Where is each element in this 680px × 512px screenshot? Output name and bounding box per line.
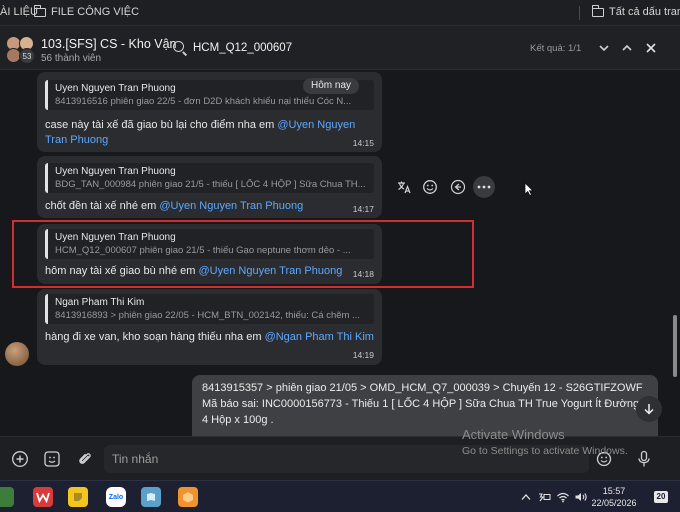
zalo-app-icon[interactable]: Zalo <box>106 487 126 507</box>
add-button[interactable] <box>8 447 32 471</box>
bookmark-label: FILE CÔNG VIỆC <box>51 6 140 18</box>
message-bubble[interactable]: Ngan Pham Thi Kim 8413916893 > phiên gia… <box>37 289 382 365</box>
notification-center-button[interactable]: 20 <box>650 490 670 504</box>
message-body: hàng đi xe van, kho soạn hàng thiếu nha … <box>45 331 265 343</box>
attach-button[interactable] <box>73 447 97 471</box>
search-input[interactable] <box>193 40 493 56</box>
message-body: chốt đền tài xế nhé em <box>45 200 160 212</box>
note-icon <box>74 493 82 501</box>
close-icon <box>646 43 656 53</box>
bookmark-file-cong-viec[interactable]: FILE CÔNG VIỆC <box>34 4 140 18</box>
search-result-count: Kết quả: 1/1 <box>530 43 582 54</box>
notification-count: 20 <box>654 491 668 503</box>
clock-date: 22/05/2026 <box>591 498 637 508</box>
message-line: 4 Hộp x 100g . <box>202 414 274 426</box>
activation-watermark-title: Activate Windows <box>462 427 565 442</box>
taskbar: Zalo 15:57 22/05/2026 20 <box>0 480 680 512</box>
message-time: 14:19 <box>352 350 374 360</box>
book-icon <box>147 493 155 501</box>
translate-icon <box>398 181 411 194</box>
sticker-button[interactable] <box>40 447 64 471</box>
bookmarks-bar: ÀI LIỆU FILE CÔNG VIỆC Tất cả dấu trang <box>0 0 680 26</box>
message-body: case này tài xế đã giao bù lại cho điểm … <box>45 119 278 131</box>
next-result-button[interactable] <box>594 38 614 58</box>
wps-logo-icon <box>36 492 50 503</box>
app-icon[interactable] <box>141 487 161 507</box>
activation-watermark-subtitle: Go to Settings to activate Windows. <box>462 445 628 457</box>
date-separator: Hôm nay <box>303 78 360 94</box>
reply-button[interactable] <box>447 176 469 198</box>
sticky-notes-icon[interactable] <box>68 487 88 507</box>
taskbar-app-icon[interactable] <box>0 487 14 507</box>
plus-circle-icon <box>12 451 28 467</box>
quote-text: BDG_TAN_000984 phiên giao 21/5 - thiếu [… <box>55 179 366 190</box>
avatar[interactable] <box>5 342 29 366</box>
bookmark-tai-lieu[interactable]: ÀI LIỆU <box>0 6 38 18</box>
more-members-count: 53 <box>19 48 35 64</box>
show-hidden-icons-button[interactable] <box>519 490 533 504</box>
all-bookmarks[interactable]: Tất cả dấu trang <box>592 4 680 18</box>
message-time: 14:17 <box>352 204 374 214</box>
highlight-box <box>12 220 474 288</box>
reply-quote[interactable]: Uyen Nguyen Tran Phuong BDG_TAN_000984 p… <box>45 163 374 193</box>
scroll-to-bottom-button[interactable] <box>636 396 662 422</box>
clock-time: 15:57 <box>602 486 626 496</box>
app-icon[interactable] <box>178 487 198 507</box>
scrollbar[interactable] <box>673 315 677 377</box>
reply-icon <box>450 179 466 195</box>
message-line: 8413915357 > phiên giao 21/05 > OMD_HCM_… <box>202 382 643 394</box>
reply-quote[interactable]: Ngan Pham Thi Kim 8413916893 > phiên gia… <box>45 294 374 324</box>
previous-result-button[interactable] <box>617 38 637 58</box>
battery-charging-icon <box>539 493 551 502</box>
chat-messages: Uyen Nguyen Tran Phuong 8413916516 phiên… <box>0 70 680 436</box>
chevron-up-icon <box>622 44 632 51</box>
mention-link[interactable]: @Uyen Nguyen Tran Phuong <box>159 200 303 212</box>
react-button[interactable] <box>419 176 441 198</box>
folder-icon <box>592 4 604 17</box>
quote-text: 8413916893 > phiên giao 22/05 - HCM_BTN_… <box>55 310 360 321</box>
quote-author: Uyen Nguyen Tran Phuong <box>55 166 176 177</box>
box-icon <box>183 492 193 503</box>
message-text: hàng đi xe van, kho soạn hàng thiếu nha … <box>45 330 375 345</box>
chat-header: 53 103.[SFS] CS - Kho Vận 56 thành viên … <box>0 26 680 70</box>
sticker-icon <box>44 451 60 467</box>
message-bubble[interactable]: Uyen Nguyen Tran Phuong BDG_TAN_000984 p… <box>37 156 382 218</box>
wps-office-icon[interactable] <box>33 487 53 507</box>
close-search-button[interactable] <box>641 38 661 58</box>
message-composer <box>0 436 680 480</box>
mention-link[interactable]: @Ngan Pham Thi Kim <box>265 331 374 343</box>
zalo-label: Zalo <box>108 493 124 501</box>
system-clock[interactable]: 15:57 22/05/2026 <box>585 485 643 509</box>
mouse-cursor-icon <box>524 182 534 196</box>
chevron-down-icon <box>599 45 609 52</box>
more-options-button[interactable] <box>473 176 495 198</box>
message-time: 14:15 <box>352 138 374 148</box>
member-count[interactable]: 56 thành viên <box>41 53 101 64</box>
paperclip-icon <box>79 453 91 464</box>
quote-text: 8413916516 phiên giao 22/5 - đơn D2D khá… <box>55 96 352 107</box>
message-text: case này tài xế đã giao bù lại cho điểm … <box>45 118 375 148</box>
more-icon <box>477 185 491 189</box>
bookmark-label: Tất cả dấu trang <box>609 6 680 18</box>
quote-author: Ngan Pham Thi Kim <box>55 297 145 308</box>
message-text: chốt đền tài xế nhé em @Uyen Nguyen Tran… <box>45 199 375 214</box>
bookmark-label: ÀI LIỆU <box>0 6 38 18</box>
smile-icon <box>423 180 437 194</box>
group-avatar[interactable]: 53 <box>6 36 36 64</box>
chevron-up-icon <box>521 494 531 500</box>
folder-icon <box>34 4 46 17</box>
arrow-down-icon <box>644 404 654 415</box>
battery-button[interactable] <box>537 490 551 504</box>
message-line: Mã báo sai: INC0000156773 - Thiếu 1 [ LỐ… <box>202 398 646 410</box>
divider <box>579 6 580 20</box>
search-icon <box>173 41 184 52</box>
group-name[interactable]: 103.[SFS] CS - Kho Vận <box>41 37 177 51</box>
wifi-button[interactable] <box>556 490 570 504</box>
wifi-icon <box>557 492 569 503</box>
translate-button[interactable] <box>393 176 415 198</box>
